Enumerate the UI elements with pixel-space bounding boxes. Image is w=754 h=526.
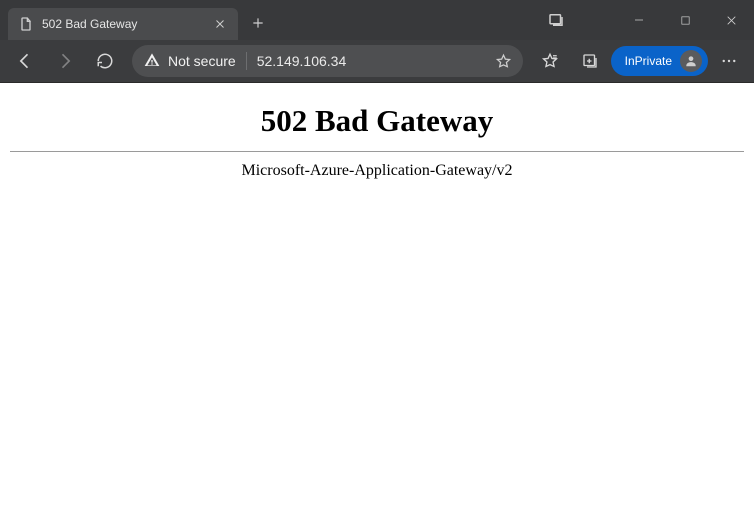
inprivate-label: InPrivate [625,54,672,68]
security-label: Not secure [168,53,236,69]
server-signature: Microsoft-Azure-Application-Gateway/v2 [8,162,746,180]
tab-actions-button[interactable] [536,0,576,40]
page-icon [18,16,34,32]
address-divider [246,52,247,70]
close-window-button[interactable] [708,0,754,40]
url-text[interactable]: 52.149.106.34 [257,53,483,69]
divider [10,151,744,152]
new-tab-button[interactable] [244,9,272,37]
window-titlebar: 502 Bad Gateway [0,0,754,40]
profile-avatar-icon [680,50,702,72]
collections-button[interactable] [571,44,609,78]
page-content: 502 Bad Gateway Microsoft-Azure-Applicat… [0,83,754,526]
forward-button[interactable] [46,44,84,78]
refresh-button[interactable] [86,44,124,78]
close-tab-button[interactable] [210,14,230,34]
error-heading: 502 Bad Gateway [8,103,746,139]
inprivate-badge[interactable]: InPrivate [611,46,708,76]
favorites-button[interactable] [531,44,569,78]
security-indicator[interactable]: Not secure [144,52,236,71]
back-button[interactable] [6,44,44,78]
address-bar[interactable]: Not secure 52.149.106.34 [132,45,523,77]
warning-icon [144,52,160,71]
browser-toolbar: Not secure 52.149.106.34 InPrivate [0,40,754,83]
browser-tab[interactable]: 502 Bad Gateway [8,8,238,40]
settings-menu-button[interactable] [710,44,748,78]
tab-title: 502 Bad Gateway [42,17,202,31]
maximize-button[interactable] [662,0,708,40]
add-favorite-button[interactable] [493,50,515,72]
minimize-button[interactable] [616,0,662,40]
